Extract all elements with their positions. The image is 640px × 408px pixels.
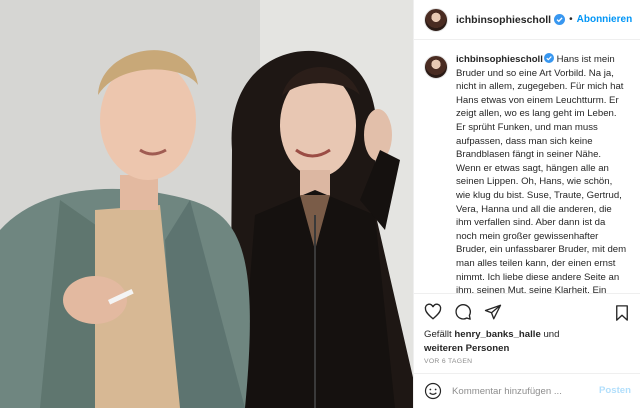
follow-button[interactable]: Abonnieren [577,14,633,25]
avatar[interactable] [424,7,448,32]
post-timestamp[interactable]: VOR 6 TAGEN [424,358,472,365]
likes-summary: Gefällt henry_banks_halle und weiteren P… [424,328,624,356]
comment-input[interactable] [452,385,592,397]
comment-bar: Posten [414,373,640,408]
likes-prefix: Gefällt [424,329,452,340]
verified-badge-icon [543,53,554,63]
action-bar [414,293,640,329]
caption-row: ichbinsophiescholl Hans ist mein Bruder … [424,53,631,293]
bookmark-icon[interactable] [613,304,631,322]
emoji-icon[interactable] [424,382,442,400]
caption-area[interactable]: ichbinsophiescholl Hans ist mein Bruder … [414,41,640,293]
header-separator: • [569,14,573,25]
post-comment-button[interactable]: Posten [599,385,631,396]
caption-username[interactable]: ichbinsophiescholl [456,54,543,65]
likes-user[interactable]: henry_banks_halle [454,329,540,340]
share-icon[interactable] [484,303,502,321]
post-side-panel: ichbinsophiescholl • Abonnieren ichbinso… [413,0,640,408]
post-photo[interactable] [0,0,413,408]
verified-badge-icon [554,14,566,25]
heart-icon[interactable] [424,303,442,321]
comment-icon[interactable] [454,303,472,321]
caption-avatar[interactable] [424,55,448,79]
post-photo-illustration [0,0,413,408]
caption-text: ichbinsophiescholl Hans ist mein Bruder … [456,53,628,293]
header-username[interactable]: ichbinsophiescholl [456,14,551,26]
likes-others[interactable]: weiteren Personen [424,343,509,354]
likes-and: und [543,329,560,340]
post-header: ichbinsophiescholl • Abonnieren [414,0,640,40]
caption-body: Hans ist mein Bruder und so eine Art Vor… [456,54,627,293]
